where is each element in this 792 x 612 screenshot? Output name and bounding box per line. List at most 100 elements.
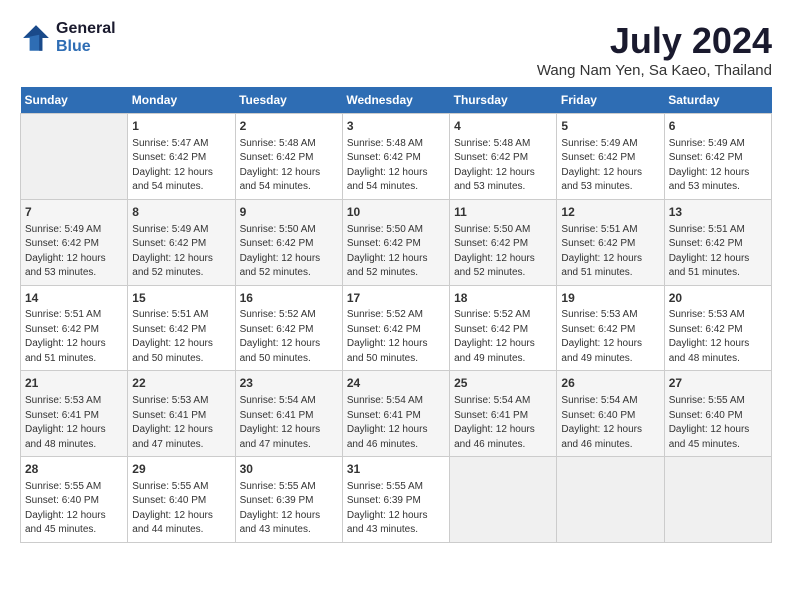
day-number: 7 [25,204,123,221]
day-info: Sunrise: 5:51 AMSunset: 6:42 PMDaylight:… [561,223,659,281]
weekday-header: Saturday [664,87,771,114]
day-info: Sunrise: 5:50 AMSunset: 6:42 PMDaylight:… [454,223,552,281]
weekday-header: Thursday [450,87,557,114]
calendar-cell: 13 Sunrise: 5:51 AMSunset: 6:42 PMDayligh… [664,199,771,285]
subtitle: Wang Nam Yen, Sa Kaeo, Thailand [537,62,772,79]
day-info: Sunrise: 5:51 AMSunset: 6:42 PMDaylight:… [132,308,230,366]
day-info: Sunrise: 5:50 AMSunset: 6:42 PMDaylight:… [240,223,338,281]
day-number: 9 [240,204,338,221]
day-number: 22 [132,375,230,392]
title-area: July 2024 Wang Nam Yen, Sa Kaeo, Thailan… [537,20,772,79]
calendar-cell: 4 Sunrise: 5:48 AMSunset: 6:42 PMDaylight… [450,114,557,200]
day-info: Sunrise: 5:48 AMSunset: 6:42 PMDaylight:… [347,137,445,195]
calendar-cell [21,114,128,200]
calendar-cell: 2 Sunrise: 5:48 AMSunset: 6:42 PMDaylight… [235,114,342,200]
calendar-cell: 5 Sunrise: 5:49 AMSunset: 6:42 PMDaylight… [557,114,664,200]
calendar-cell: 27Sunrise: 5:55 AMSunset: 6:40 PMDayligh… [664,371,771,457]
day-number: 8 [132,204,230,221]
calendar-cell: 14Sunrise: 5:51 AMSunset: 6:42 PMDayligh… [21,285,128,371]
day-number: 16 [240,290,338,307]
logo: General Blue [20,20,116,56]
day-info: Sunrise: 5:53 AMSunset: 6:41 PMDaylight:… [25,394,123,452]
day-info: Sunrise: 5:55 AMSunset: 6:39 PMDaylight:… [347,480,445,538]
day-number: 20 [669,290,767,307]
calendar-cell: 21 Sunrise: 5:53 AMSunset: 6:41 PMDayligh… [21,371,128,457]
calendar-cell: 31 Sunrise: 5:55 AMSunset: 6:39 PMDayligh… [342,457,449,543]
calendar-cell: 22 Sunrise: 5:53 AMSunset: 6:41 PMDayligh… [128,371,235,457]
calendar-cell: 12 Sunrise: 5:51 AMSunset: 6:42 PMDayligh… [557,199,664,285]
calendar-cell: 9 Sunrise: 5:50 AMSunset: 6:42 PMDaylight… [235,199,342,285]
calendar-cell [450,457,557,543]
day-number: 23 [240,375,338,392]
day-number: 13 [669,204,767,221]
day-number: 2 [240,118,338,135]
calendar-cell: 15Sunrise: 5:51 AMSunset: 6:42 PMDayligh… [128,285,235,371]
page-header: General Blue July 2024 Wang Nam Yen, Sa … [20,20,772,79]
day-info: Sunrise: 5:49 AMSunset: 6:42 PMDaylight:… [561,137,659,195]
day-number: 6 [669,118,767,135]
day-number: 25 [454,375,552,392]
day-info: Sunrise: 5:55 AMSunset: 6:40 PMDaylight:… [132,480,230,538]
calendar-cell: 3 Sunrise: 5:48 AMSunset: 6:42 PMDaylight… [342,114,449,200]
day-number: 31 [347,461,445,478]
calendar-cell: 6 Sunrise: 5:49 AMSunset: 6:42 PMDaylight… [664,114,771,200]
main-title: July 2024 [537,20,772,62]
day-info: Sunrise: 5:51 AMSunset: 6:42 PMDaylight:… [669,223,767,281]
calendar-cell: 24Sunrise: 5:54 AMSunset: 6:41 PMDayligh… [342,371,449,457]
day-info: Sunrise: 5:51 AMSunset: 6:42 PMDaylight:… [25,308,123,366]
weekday-header-row: SundayMondayTuesdayWednesdayThursdayFrid… [21,87,772,114]
day-info: Sunrise: 5:48 AMSunset: 6:42 PMDaylight:… [240,137,338,195]
day-info: Sunrise: 5:49 AMSunset: 6:42 PMDaylight:… [132,223,230,281]
day-number: 11 [454,204,552,221]
weekday-header: Friday [557,87,664,114]
calendar-cell: 17Sunrise: 5:52 AMSunset: 6:42 PMDayligh… [342,285,449,371]
calendar-cell [557,457,664,543]
day-info: Sunrise: 5:50 AMSunset: 6:42 PMDaylight:… [347,223,445,281]
calendar-cell: 28Sunrise: 5:55 AMSunset: 6:40 PMDayligh… [21,457,128,543]
day-info: Sunrise: 5:52 AMSunset: 6:42 PMDaylight:… [347,308,445,366]
day-number: 4 [454,118,552,135]
day-number: 10 [347,204,445,221]
day-number: 3 [347,118,445,135]
day-number: 14 [25,290,123,307]
calendar-cell: 18Sunrise: 5:52 AMSunset: 6:42 PMDayligh… [450,285,557,371]
day-number: 24 [347,375,445,392]
day-info: Sunrise: 5:55 AMSunset: 6:40 PMDaylight:… [669,394,767,452]
day-number: 18 [454,290,552,307]
calendar-cell: 20Sunrise: 5:53 AMSunset: 6:42 PMDayligh… [664,285,771,371]
weekday-header: Monday [128,87,235,114]
day-info: Sunrise: 5:54 AMSunset: 6:41 PMDaylight:… [240,394,338,452]
day-info: Sunrise: 5:55 AMSunset: 6:39 PMDaylight:… [240,480,338,538]
weekday-header: Sunday [21,87,128,114]
calendar-cell: 26Sunrise: 5:54 AMSunset: 6:40 PMDayligh… [557,371,664,457]
day-number: 12 [561,204,659,221]
day-number: 19 [561,290,659,307]
day-number: 26 [561,375,659,392]
day-number: 15 [132,290,230,307]
day-info: Sunrise: 5:52 AMSunset: 6:42 PMDaylight:… [240,308,338,366]
day-number: 1 [132,118,230,135]
day-info: Sunrise: 5:54 AMSunset: 6:41 PMDaylight:… [454,394,552,452]
day-info: Sunrise: 5:53 AMSunset: 6:42 PMDaylight:… [669,308,767,366]
day-info: Sunrise: 5:53 AMSunset: 6:42 PMDaylight:… [561,308,659,366]
day-info: Sunrise: 5:49 AMSunset: 6:42 PMDaylight:… [25,223,123,281]
calendar-week-row: 1 Sunrise: 5:47 AMSunset: 6:42 PMDaylight… [21,114,772,200]
day-number: 28 [25,461,123,478]
day-info: Sunrise: 5:49 AMSunset: 6:42 PMDaylight:… [669,137,767,195]
calendar-cell: 1 Sunrise: 5:47 AMSunset: 6:42 PMDaylight… [128,114,235,200]
day-number: 30 [240,461,338,478]
day-info: Sunrise: 5:47 AMSunset: 6:42 PMDaylight:… [132,137,230,195]
day-number: 17 [347,290,445,307]
calendar-cell: 25 Sunrise: 5:54 AMSunset: 6:41 PMDayligh… [450,371,557,457]
day-info: Sunrise: 5:53 AMSunset: 6:41 PMDaylight:… [132,394,230,452]
calendar-cell: 8 Sunrise: 5:49 AMSunset: 6:42 PMDaylight… [128,199,235,285]
day-info: Sunrise: 5:48 AMSunset: 6:42 PMDaylight:… [454,137,552,195]
calendar-cell: 11 Sunrise: 5:50 AMSunset: 6:42 PMDayligh… [450,199,557,285]
calendar-cell: 10 Sunrise: 5:50 AMSunset: 6:42 PMDayligh… [342,199,449,285]
calendar-week-row: 7 Sunrise: 5:49 AMSunset: 6:42 PMDaylight… [21,199,772,285]
day-number: 21 [25,375,123,392]
calendar-week-row: 14Sunrise: 5:51 AMSunset: 6:42 PMDayligh… [21,285,772,371]
day-number: 5 [561,118,659,135]
day-number: 29 [132,461,230,478]
weekday-header: Tuesday [235,87,342,114]
